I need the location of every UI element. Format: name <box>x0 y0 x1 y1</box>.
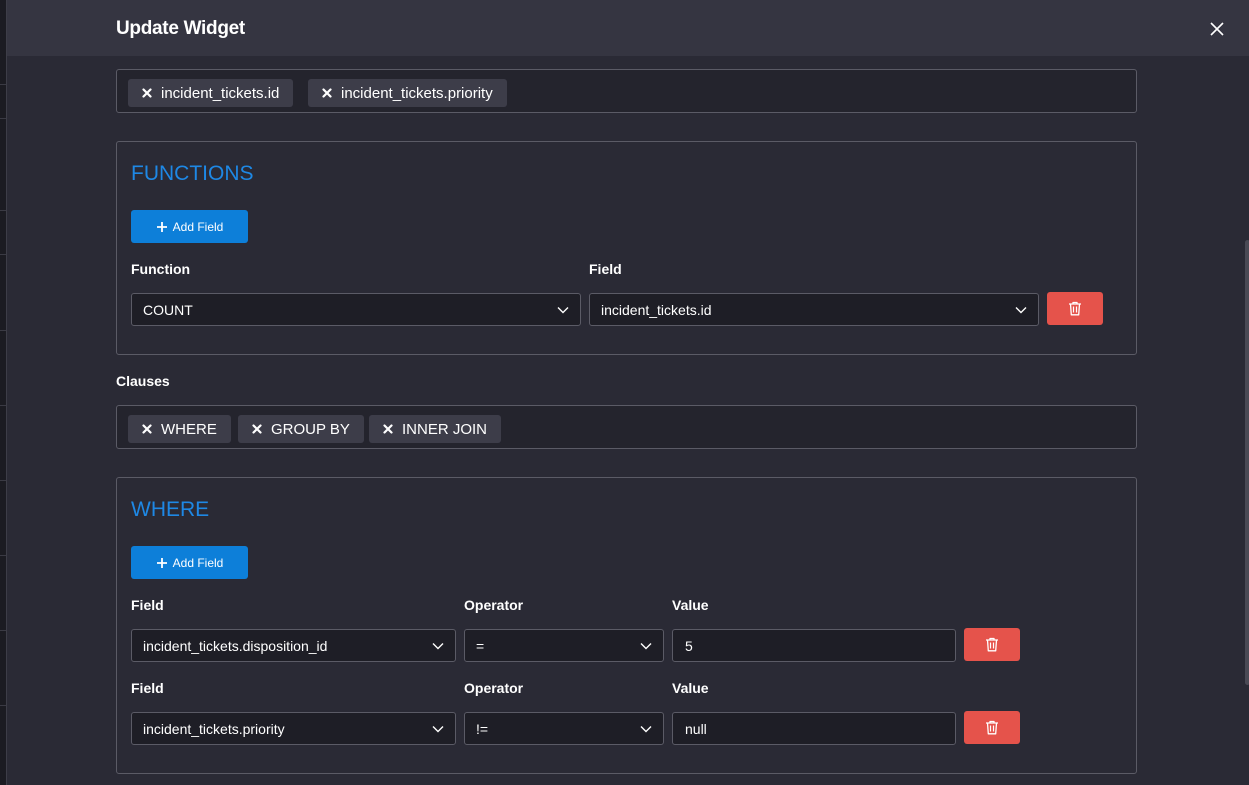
where-field-select[interactable]: incident_tickets.priority <box>131 712 456 745</box>
where-value-input[interactable]: null <box>672 712 956 745</box>
chevron-down-icon <box>432 723 444 735</box>
chevron-down-icon <box>1015 304 1027 316</box>
field-label: Field <box>589 261 622 277</box>
where-operator-label: Operator <box>464 597 524 613</box>
function-select-value: COUNT <box>143 301 193 318</box>
where-value-text: null <box>685 720 707 737</box>
add-field-label: Add Field <box>172 555 224 570</box>
where-operator-select-value: = <box>476 637 485 654</box>
selected-columns-box[interactable]: incident_tickets.id incident_tickets.pri… <box>116 69 1137 113</box>
update-widget-modal: Update Widget incident_tickets.id incide… <box>6 0 1249 785</box>
where-value-label: Value <box>672 597 709 613</box>
where-operator-select[interactable]: = <box>464 629 664 662</box>
add-field-label: Add Field <box>172 219 224 234</box>
clause-tag[interactable]: GROUP BY <box>238 415 364 443</box>
remove-icon[interactable] <box>252 424 262 434</box>
delete-where-row-button[interactable] <box>964 628 1020 661</box>
field-select[interactable]: incident_tickets.id <box>589 293 1039 326</box>
where-field-select-value: incident_tickets.disposition_id <box>143 637 328 654</box>
column-tag-label: incident_tickets.id <box>161 84 280 102</box>
where-panel: WHERE Add Field Field Operator Value inc… <box>116 477 1137 774</box>
where-value-text: 5 <box>685 637 693 654</box>
modal-scrollbar[interactable] <box>1245 240 1249 685</box>
remove-icon[interactable] <box>322 88 332 98</box>
column-tag[interactable]: incident_tickets.id <box>128 79 294 107</box>
chevron-down-icon <box>640 640 652 652</box>
where-value-input[interactable]: 5 <box>672 629 956 662</box>
clause-tag[interactable]: INNER JOIN <box>369 415 502 443</box>
where-operator-select[interactable]: != <box>464 712 664 745</box>
where-operator-label: Operator <box>464 680 524 696</box>
chevron-down-icon <box>640 723 652 735</box>
trash-icon <box>986 720 998 735</box>
clauses-box[interactable]: WHERE GROUP BY INNER JOIN <box>116 405 1137 449</box>
plus-icon <box>156 221 168 233</box>
column-tag[interactable]: incident_tickets.priority <box>308 79 507 107</box>
where-field-label: Field <box>131 680 164 696</box>
field-select-value: incident_tickets.id <box>601 301 712 318</box>
close-icon <box>1210 22 1224 36</box>
chevron-down-icon <box>557 304 569 316</box>
where-title: WHERE <box>131 498 210 521</box>
clauses-label: Clauses <box>116 373 170 389</box>
where-operator-select-value: != <box>476 720 489 737</box>
functions-add-field-button[interactable]: Add Field <box>131 210 248 243</box>
trash-icon <box>986 637 998 652</box>
remove-icon[interactable] <box>142 88 152 98</box>
functions-panel: FUNCTIONS Add Field Function Field COUNT… <box>116 141 1137 355</box>
where-field-select-value: incident_tickets.priority <box>143 720 285 737</box>
where-add-field-button[interactable]: Add Field <box>131 546 248 579</box>
remove-icon[interactable] <box>383 424 393 434</box>
clause-tag-label: INNER JOIN <box>402 420 488 438</box>
plus-icon <box>156 557 168 569</box>
trash-icon <box>1069 301 1081 316</box>
clause-tag[interactable]: WHERE <box>128 415 231 443</box>
where-field-label: Field <box>131 597 164 613</box>
modal-header: Update Widget <box>7 0 1249 56</box>
remove-icon[interactable] <box>142 424 152 434</box>
close-button[interactable] <box>1205 17 1229 41</box>
function-label: Function <box>131 261 191 277</box>
column-tag-label: incident_tickets.priority <box>341 84 493 102</box>
modal-title: Update Widget <box>116 18 245 39</box>
delete-where-row-button[interactable] <box>964 711 1020 744</box>
chevron-down-icon <box>432 640 444 652</box>
where-field-select[interactable]: incident_tickets.disposition_id <box>131 629 456 662</box>
functions-title: FUNCTIONS <box>131 162 254 185</box>
clause-tag-label: WHERE <box>161 420 217 438</box>
where-value-label: Value <box>672 680 709 696</box>
function-select[interactable]: COUNT <box>131 293 581 326</box>
clause-tag-label: GROUP BY <box>271 420 350 438</box>
delete-function-button[interactable] <box>1047 292 1103 325</box>
